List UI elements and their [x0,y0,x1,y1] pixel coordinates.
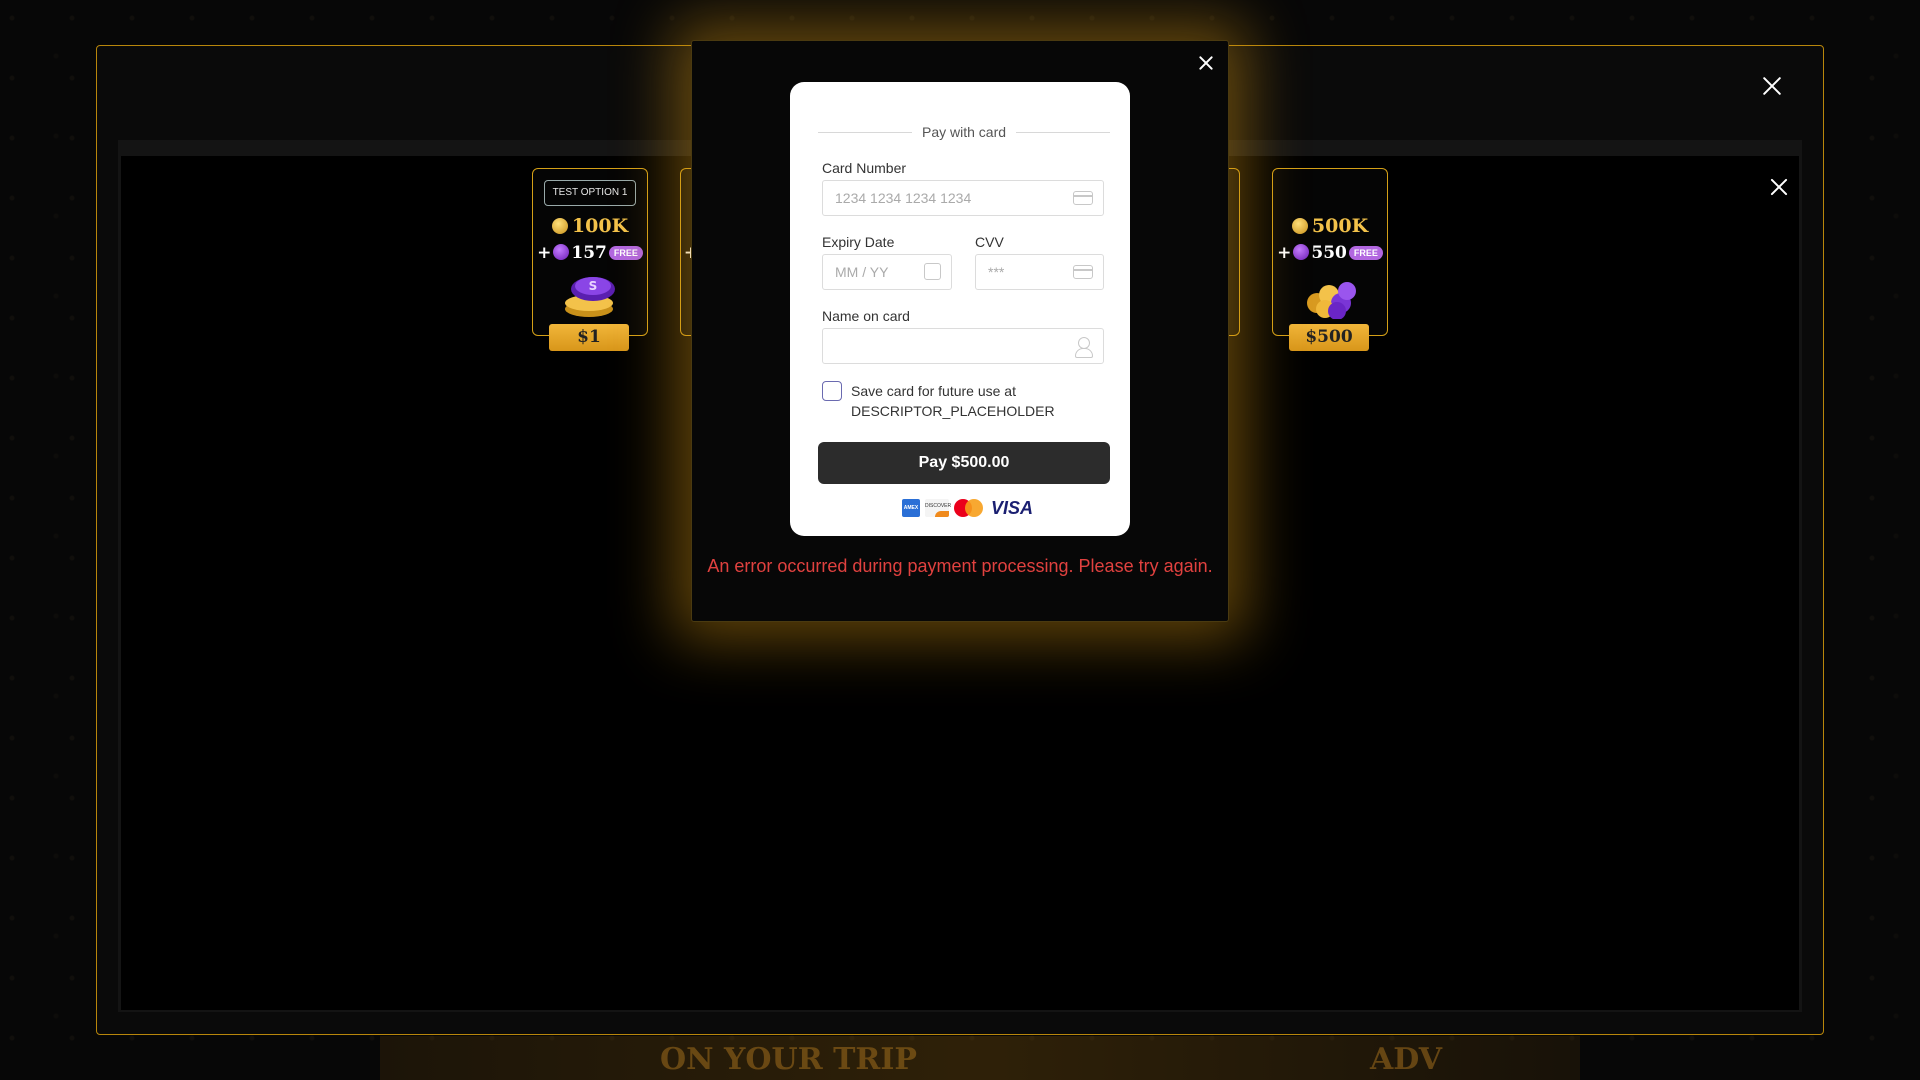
amex-icon: AMEX [902,499,920,517]
coin-stack-icon: S [565,277,615,317]
package-bonus: +157 FREE [533,243,647,263]
calendar-icon [924,263,941,280]
form-title: Pay with card [921,124,1007,140]
package-coins: 500K [1273,215,1387,237]
package-price-button[interactable]: $1 [549,324,629,351]
sweeps-coin-icon [1293,244,1310,260]
divider [1016,131,1111,133]
expiry-label: Expiry Date [822,234,895,250]
store-close-icon[interactable] [1760,74,1784,98]
package-coins: 100K [533,215,647,237]
cvv-card-icon [1073,265,1093,279]
mastercard-icon [954,499,984,517]
package-bonus: +550 FREE [1273,243,1387,263]
card-brands: AMEX DISCOVER VISA [902,498,1033,518]
divider [818,131,912,133]
cvv-label: CVV [975,234,1004,250]
payment-error-message: An error occurred during payment process… [707,556,1213,576]
banner-text-2: ADV [1370,1042,1443,1077]
expiry-input[interactable]: MM / YY [822,254,952,290]
gold-coin-icon [551,218,568,234]
svg-text:S: S [589,279,598,293]
save-card-checkbox[interactable] [822,381,842,401]
gold-coin-icon [1291,218,1308,234]
user-icon [1075,337,1093,358]
package-price-button[interactable]: $500 [1289,324,1369,351]
card-number-label: Card Number [822,160,907,176]
name-on-card-label: Name on card [822,308,910,324]
banner-text-1: ON YOUR TRIP [660,1042,917,1077]
name-on-card-input[interactable] [822,328,1104,364]
background-banner: ON YOUR TRIP ADV [380,1036,1580,1080]
pay-button[interactable]: Pay $500.00 [818,442,1110,484]
panel-close-icon[interactable] [1768,176,1790,198]
discover-icon: DISCOVER [925,499,951,517]
package-card-1[interactable]: TEST OPTION 1 100K +157 FREE S $1 [532,168,648,351]
card-icon [1073,191,1093,205]
payment-close-icon[interactable] [1197,54,1215,72]
visa-icon: VISA [991,497,1034,518]
cvv-input[interactable]: *** [975,254,1104,290]
sweeps-coin-icon [553,244,570,260]
form-heading: Pay with card [818,122,1111,142]
free-badge: FREE [608,246,643,260]
card-payment-form: Pay with card Card Number 1234 1234 1234… [790,82,1130,536]
package-tag: TEST OPTION 1 [544,180,636,206]
free-badge: FREE [1348,246,1383,260]
save-card-label: Save card for future use at DESCRIPTOR_P… [851,383,1055,419]
package-card-4[interactable]: 500K +550 FREE $500 [1272,168,1388,351]
card-number-input[interactable]: 1234 1234 1234 1234 [822,180,1104,216]
coin-pile-icon [1307,282,1356,319]
